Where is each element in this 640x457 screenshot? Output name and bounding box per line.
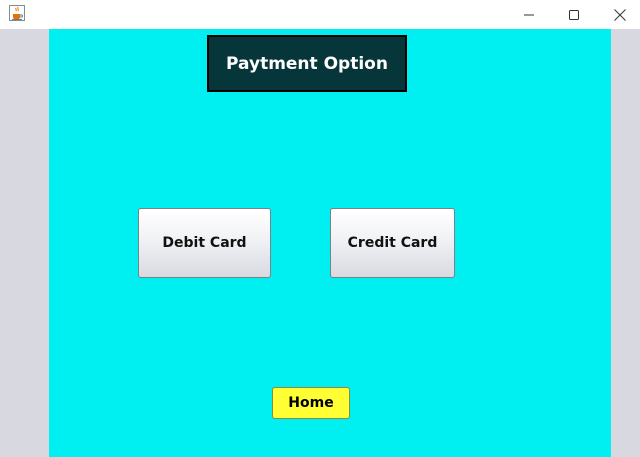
page-title: Paytment Option bbox=[207, 35, 407, 92]
maximize-icon bbox=[569, 9, 579, 20]
debit-card-button[interactable]: Debit Card bbox=[138, 208, 271, 278]
maximize-button[interactable] bbox=[551, 0, 597, 29]
close-button[interactable] bbox=[597, 0, 640, 29]
minimize-button[interactable] bbox=[506, 0, 552, 29]
credit-card-button[interactable]: Credit Card bbox=[330, 208, 455, 278]
java-coffee-icon bbox=[9, 5, 25, 21]
credit-card-label: Credit Card bbox=[347, 235, 438, 251]
home-label: Home bbox=[288, 395, 334, 411]
debit-card-label: Debit Card bbox=[162, 235, 247, 251]
minimize-icon bbox=[524, 10, 534, 20]
home-button[interactable]: Home bbox=[272, 387, 350, 419]
content-panel: Paytment Option Debit Card Credit Card H… bbox=[49, 29, 611, 457]
app-window: Paytment Option Debit Card Credit Card H… bbox=[0, 0, 640, 457]
page-title-text: Paytment Option bbox=[226, 53, 388, 74]
title-bar[interactable] bbox=[0, 0, 640, 29]
close-icon bbox=[614, 8, 626, 21]
